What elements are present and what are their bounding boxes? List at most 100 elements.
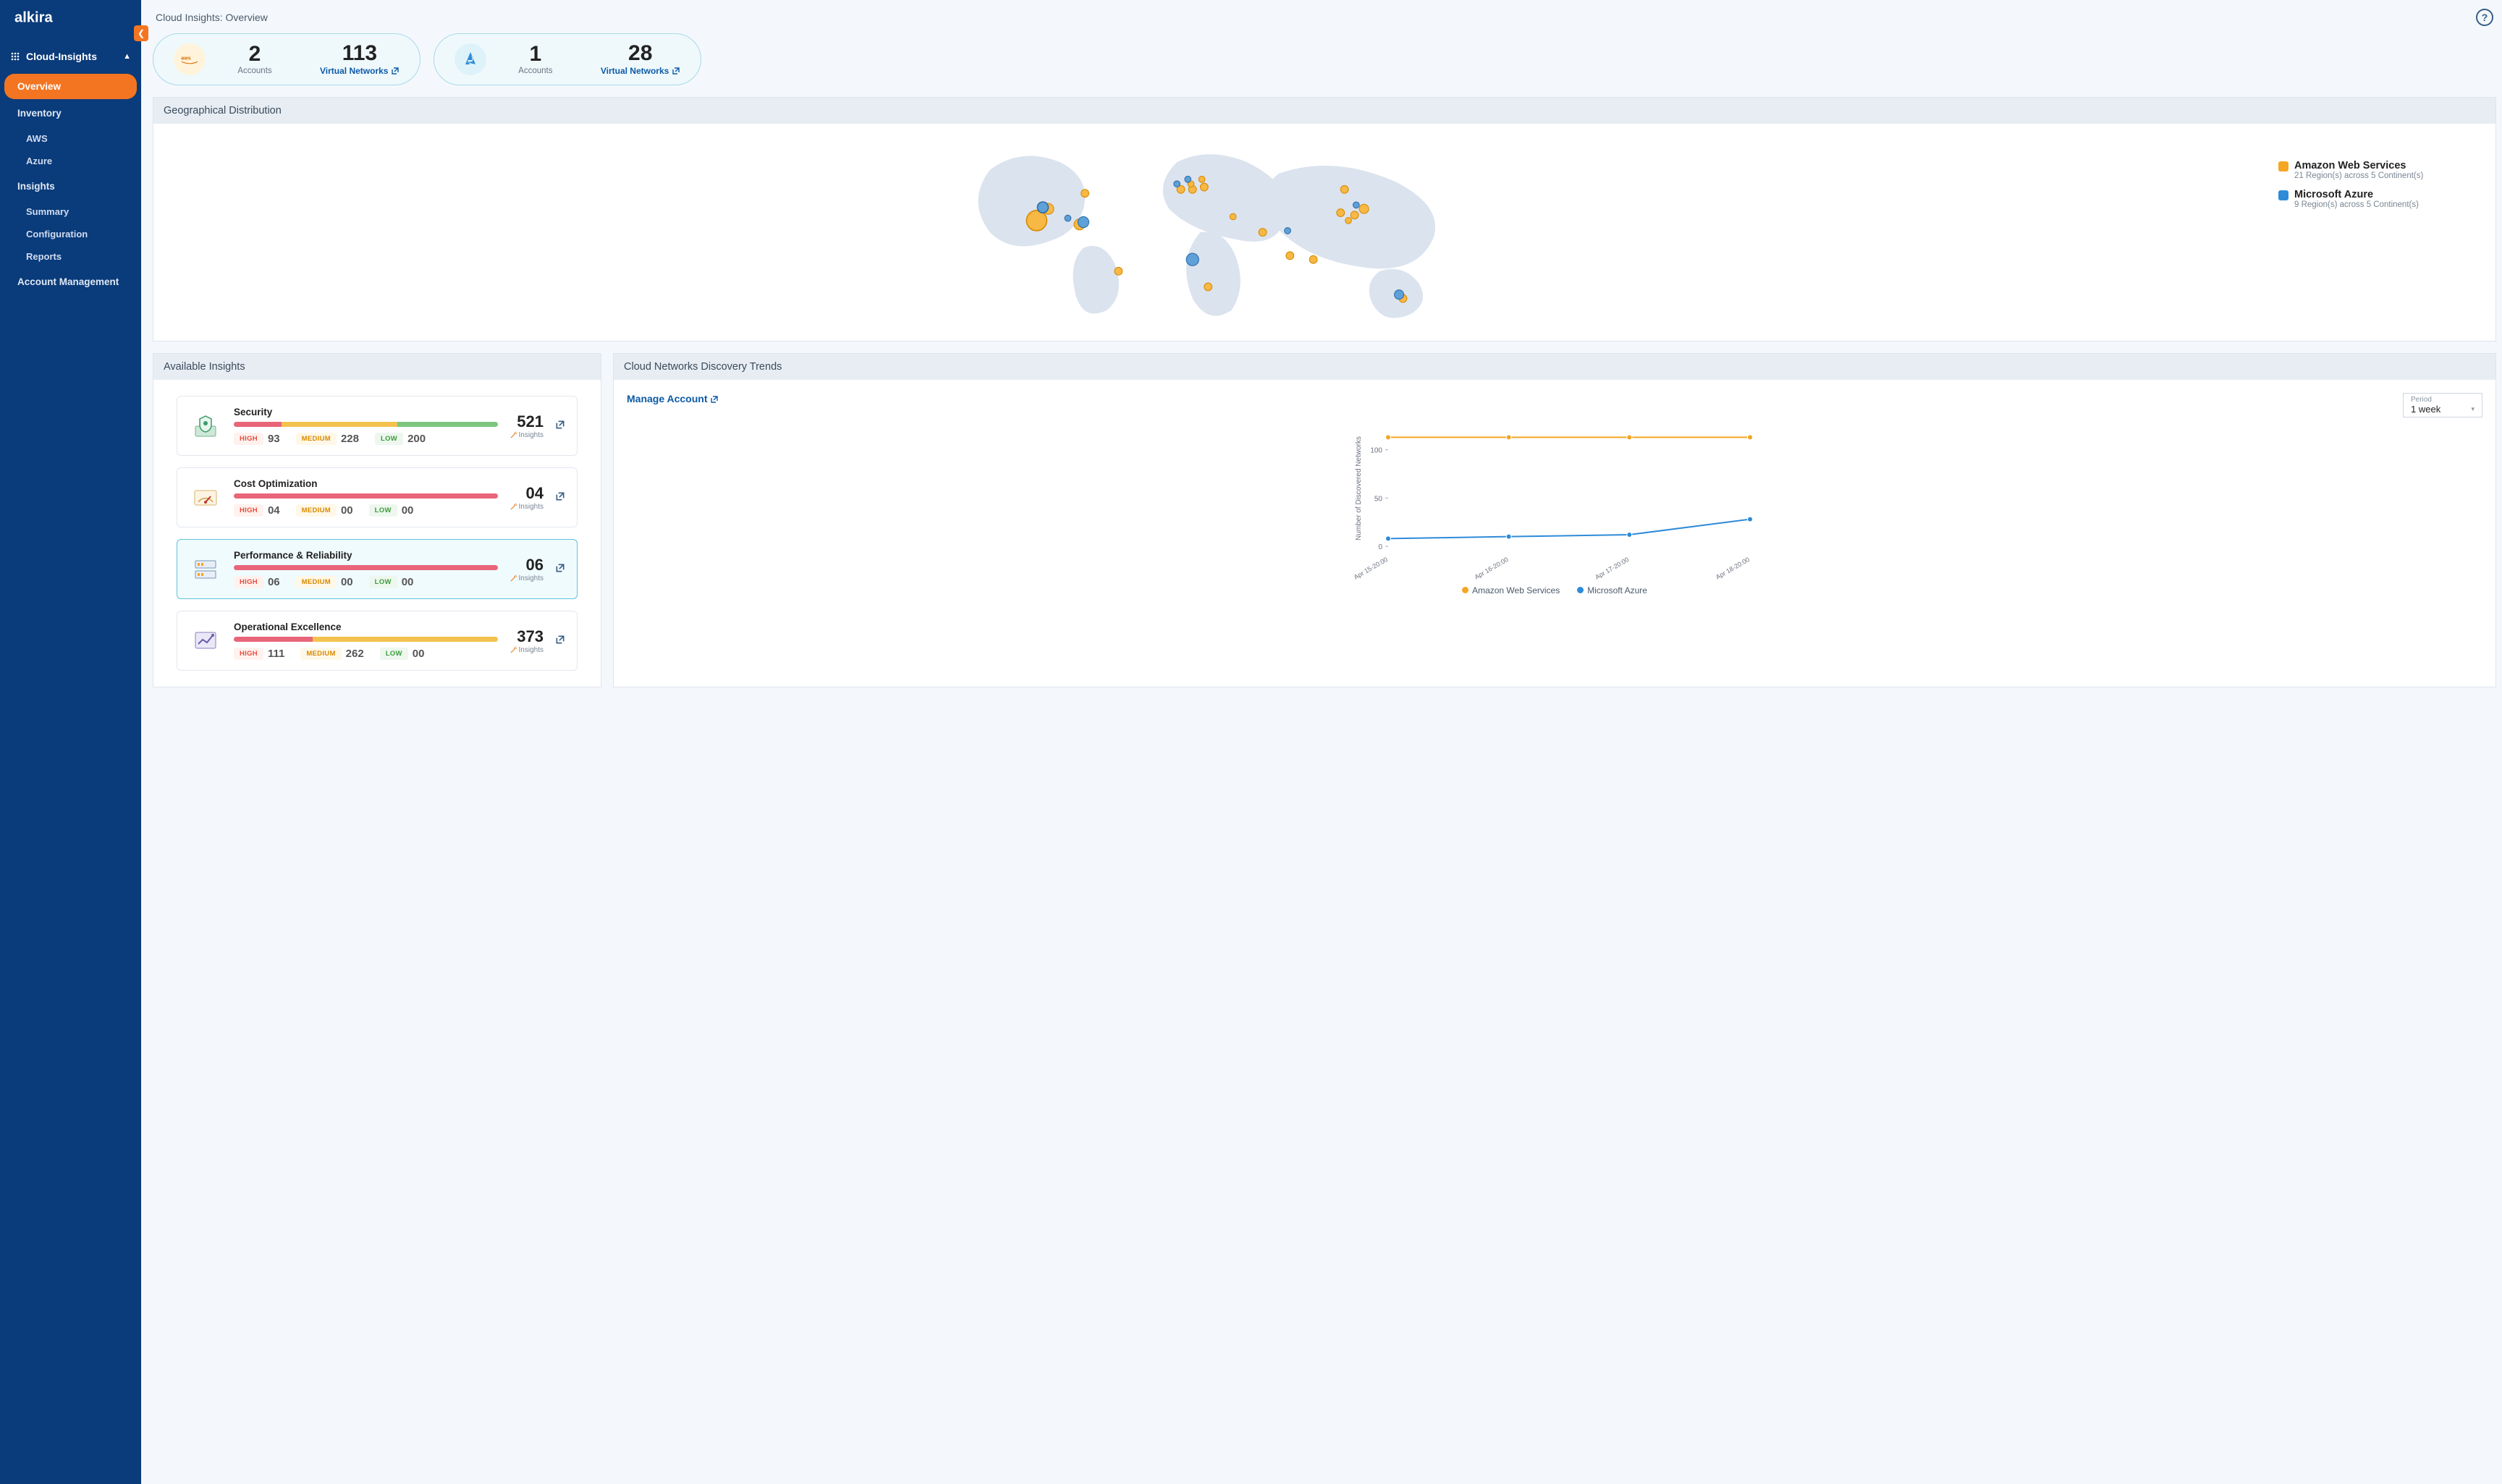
help-button[interactable]: ? [2476, 9, 2493, 26]
open-insight-button[interactable] [555, 491, 565, 504]
vnets-label: Virtual Networks [320, 66, 388, 76]
nav-item-insights[interactable]: Insights [4, 174, 137, 199]
insight-icon [189, 481, 222, 514]
legend-row: Microsoft Azure 9 Region(s) across 5 Con… [2278, 189, 2481, 209]
nav-item-summary[interactable]: Summary [0, 200, 141, 223]
badge-high: HIGH [234, 433, 263, 445]
insight-icon [189, 553, 222, 586]
insight-total: 06 [510, 556, 544, 574]
external-link-icon [555, 635, 565, 645]
trends-panel: Cloud Networks Discovery Trends Manage A… [613, 353, 2496, 687]
nav-group-label: Cloud-Insights [26, 51, 97, 62]
insights-panel-title: Available Insights [153, 354, 601, 380]
svg-text:Apr 16-20:00: Apr 16-20:00 [1474, 556, 1510, 581]
insight-total: 373 [510, 627, 544, 646]
wand-icon [510, 503, 517, 511]
svg-text:Number of Discovered Networks: Number of Discovered Networks [1355, 436, 1363, 540]
nav-group-cloud-insights[interactable]: Cloud-Insights ▲ [0, 41, 141, 72]
aws-icon: aws [174, 43, 206, 75]
high-value: 04 [268, 504, 280, 517]
insight-sublabel: Insights [510, 431, 544, 439]
insight-title: Operational Excellence [234, 622, 498, 632]
main-content: Cloud Insights: Overview ? aws 2 Account… [141, 0, 2502, 1484]
trends-panel-title: Cloud Networks Discovery Trends [614, 354, 2495, 380]
geo-panel: Geographical Distribution [153, 97, 2496, 342]
insight-bar [234, 493, 498, 499]
period-select[interactable]: Period 1 week ▾ [2403, 393, 2482, 417]
insight-card-cost-optimization[interactable]: Cost Optimization HIGH04 MEDIUM00 LOW00 … [177, 467, 578, 527]
summary-card-azure: 1 Accounts 28 Virtual Networks [434, 33, 701, 85]
nav-item-account-management[interactable]: Account Management [4, 269, 137, 294]
external-link-icon [555, 420, 565, 430]
badge-low: LOW [369, 576, 397, 588]
external-link-icon [555, 563, 565, 573]
legend-row: Amazon Web Services 21 Region(s) across … [2278, 160, 2481, 180]
aws-accounts-value: 2 [226, 43, 284, 65]
nav-item-inventory[interactable]: Inventory [4, 101, 137, 126]
insight-sublabel: Insights [510, 503, 544, 511]
external-link-icon [391, 67, 400, 75]
svg-text:Apr 17-20:00: Apr 17-20:00 [1594, 556, 1630, 581]
period-label: Period [2411, 396, 2474, 404]
low-value: 00 [413, 648, 425, 660]
badge-high: HIGH [234, 648, 263, 660]
medium-value: 262 [346, 648, 364, 660]
insight-icon [189, 410, 222, 443]
open-insight-button[interactable] [555, 563, 565, 575]
open-insight-button[interactable] [555, 420, 565, 432]
legend-name: Amazon Web Services [2294, 160, 2423, 171]
low-value: 200 [407, 433, 426, 445]
chart-legend: Amazon Web ServicesMicrosoft Azure [627, 582, 2482, 598]
insight-bar [234, 422, 498, 427]
high-value: 93 [268, 433, 280, 445]
badge-medium: MEDIUM [296, 504, 337, 517]
chevron-left-icon: ❮ [138, 28, 145, 38]
insight-card-operational-excellence[interactable]: Operational Excellence HIGH111 MEDIUM262… [177, 611, 578, 671]
insight-card-performance-reliability[interactable]: Performance & Reliability HIGH06 MEDIUM0… [177, 539, 578, 599]
azure-vnets-value: 28 [601, 43, 680, 64]
sidebar: alkira ❮ Cloud-Insights ▲ OverviewInvent… [0, 0, 141, 1484]
world-map[interactable] [168, 131, 2264, 334]
high-value: 06 [268, 576, 280, 588]
nav-item-configuration[interactable]: Configuration [0, 223, 141, 245]
period-value: 1 week [2411, 404, 2440, 415]
legend-swatch [2278, 161, 2288, 171]
azure-icon [455, 43, 486, 75]
aws-vnets-link[interactable]: Virtual Networks [320, 66, 400, 76]
summary-card-aws: aws 2 Accounts 113 Virtual Networks [153, 33, 420, 85]
medium-value: 00 [341, 504, 353, 517]
insight-card-security[interactable]: Security HIGH93 MEDIUM228 LOW200 521 Ins… [177, 396, 578, 456]
nav-item-aws[interactable]: AWS [0, 127, 141, 150]
open-insight-button[interactable] [555, 635, 565, 647]
azure-vnets-link[interactable]: Virtual Networks [601, 66, 680, 76]
insight-sublabel: Insights [510, 574, 544, 582]
page-title: Cloud Insights: Overview [156, 12, 268, 23]
wand-icon [510, 574, 517, 582]
insights-panel: Available Insights Security HIGH93 MEDIU… [153, 353, 601, 687]
insight-sublabel: Insights [510, 646, 544, 654]
topbar: Cloud Insights: Overview ? [153, 7, 2496, 33]
badge-medium: MEDIUM [296, 576, 337, 588]
svg-text:Apr 18-20:00: Apr 18-20:00 [1715, 556, 1751, 581]
brand-logo: alkira [0, 0, 141, 41]
wand-icon [510, 431, 517, 439]
external-link-icon [555, 491, 565, 501]
insight-bar [234, 637, 498, 642]
manage-account-link[interactable]: Manage Account [627, 393, 719, 404]
legend-sub: 21 Region(s) across 5 Continent(s) [2294, 171, 2423, 180]
badge-high: HIGH [234, 504, 263, 517]
azure-accounts-value: 1 [507, 43, 565, 65]
chevron-down-icon: ▾ [2471, 405, 2474, 413]
legend-name: Microsoft Azure [2294, 189, 2419, 200]
nav-item-overview[interactable]: Overview [4, 74, 137, 99]
external-link-icon [710, 395, 719, 404]
sidebar-collapse-button[interactable]: ❮ [134, 25, 148, 41]
geo-panel-title: Geographical Distribution [153, 98, 2495, 124]
svg-text:50: 50 [1374, 495, 1383, 503]
svg-text:100: 100 [1370, 447, 1382, 455]
nav-item-azure[interactable]: Azure [0, 150, 141, 172]
insight-icon [189, 624, 222, 658]
nav-item-reports[interactable]: Reports [0, 245, 141, 268]
svg-text:Apr 15-20:00: Apr 15-20:00 [1353, 556, 1389, 581]
external-link-icon [672, 67, 680, 75]
